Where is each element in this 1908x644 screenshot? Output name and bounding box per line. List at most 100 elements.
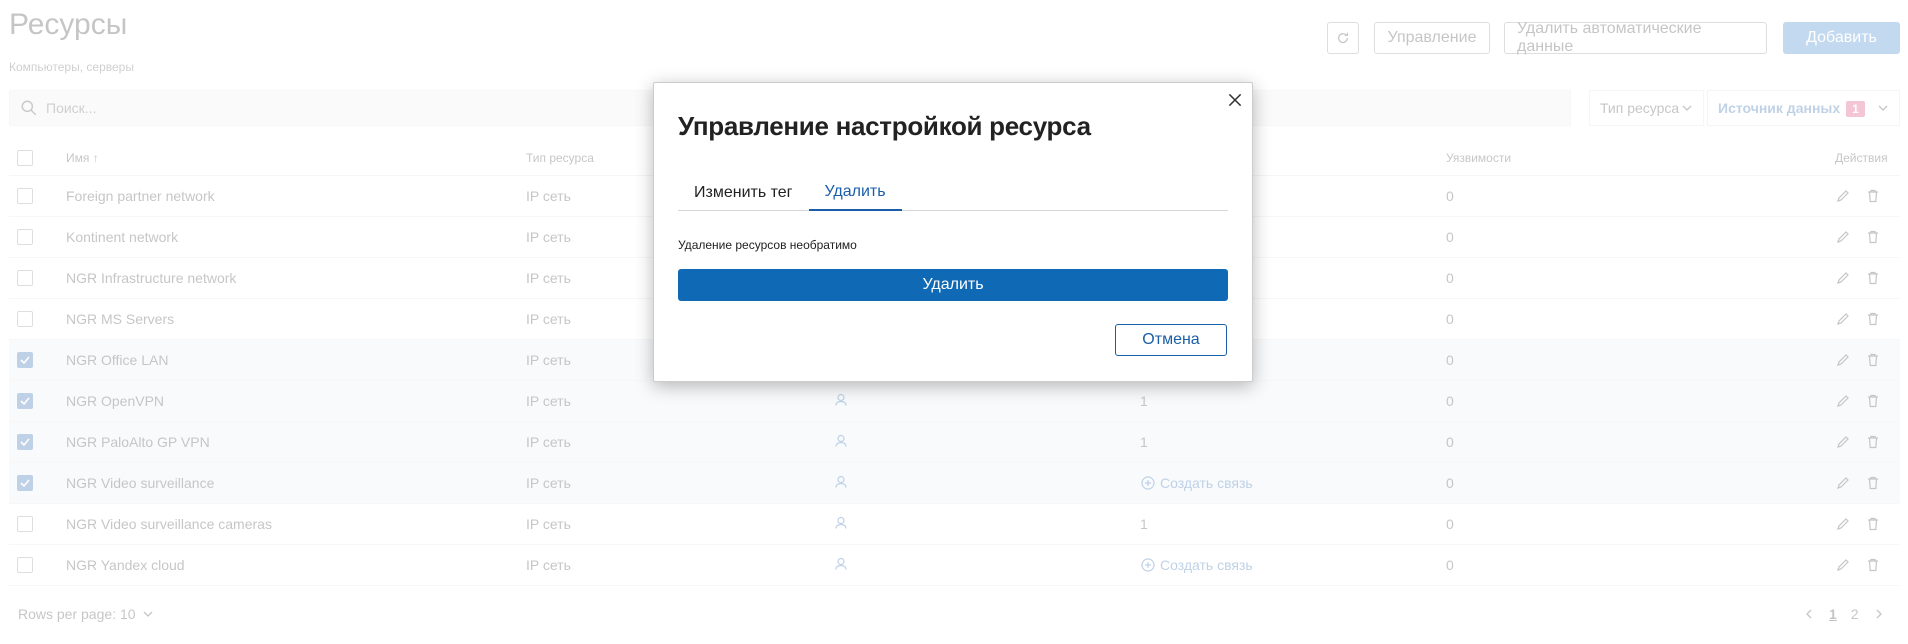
owner-cell: [833, 433, 849, 452]
row-checkbox[interactable]: [17, 311, 33, 327]
create-link-button[interactable]: Создать связь: [1140, 475, 1253, 491]
owner-cell: [833, 556, 849, 575]
vulnerability-count: 0: [1446, 434, 1454, 450]
chevron-right-icon[interactable]: [1873, 608, 1885, 620]
page-title: Ресурсы: [9, 8, 128, 41]
chevron-left-icon[interactable]: [1803, 608, 1815, 620]
trash-icon[interactable]: [1865, 393, 1881, 409]
page-link-1[interactable]: 1: [1829, 606, 1837, 622]
edit-icon[interactable]: [1835, 188, 1851, 204]
add-button[interactable]: Добавить: [1783, 22, 1900, 54]
table-row[interactable]: NGR Yandex cloud IP сеть Создать связь 0: [9, 545, 1900, 586]
vulnerability-count: 0: [1446, 188, 1454, 204]
resource-name[interactable]: NGR Infrastructure network: [66, 270, 236, 286]
select-all-checkbox[interactable]: [17, 149, 33, 166]
trash-icon[interactable]: [1865, 352, 1881, 368]
rows-per-page-label: Rows per page: 10: [18, 606, 136, 622]
row-actions: [1835, 434, 1881, 450]
cancel-button[interactable]: Отмена: [1115, 324, 1227, 356]
resource-name[interactable]: NGR MS Servers: [66, 311, 174, 327]
confirm-delete-button[interactable]: Удалить: [678, 269, 1228, 301]
table-row[interactable]: NGR OpenVPN IP сеть 1 0: [9, 381, 1900, 422]
trash-icon[interactable]: [1865, 229, 1881, 245]
edit-icon[interactable]: [1835, 557, 1851, 573]
links-count: 1: [1140, 516, 1148, 532]
refresh-button[interactable]: [1327, 22, 1359, 54]
create-link-button[interactable]: Создать связь: [1140, 557, 1253, 573]
trash-icon[interactable]: [1865, 475, 1881, 491]
edit-icon[interactable]: [1835, 352, 1851, 368]
vulnerability-count: 0: [1446, 393, 1454, 409]
owner-cell: [833, 392, 849, 411]
edit-icon[interactable]: [1835, 475, 1851, 491]
table-row[interactable]: NGR PaloAlto GP VPN IP сеть 1 0: [9, 422, 1900, 463]
row-checkbox[interactable]: [17, 352, 33, 368]
close-icon[interactable]: [1226, 91, 1244, 109]
chevron-down-icon: [1878, 105, 1888, 111]
resource-type: IP сеть: [526, 229, 571, 245]
table-row[interactable]: NGR Video surveillance IP сеть Создать свя…: [9, 463, 1900, 504]
trash-icon[interactable]: [1865, 188, 1881, 204]
edit-icon[interactable]: [1835, 229, 1851, 245]
row-actions: [1835, 229, 1881, 245]
tab-delete[interactable]: Удалить: [808, 175, 902, 211]
data-source-filter[interactable]: Источник данных 1: [1707, 90, 1900, 126]
tab-edit-tag[interactable]: Изменить тег: [678, 175, 809, 211]
delete-auto-data-button[interactable]: Удалить автоматические данные: [1504, 20, 1767, 55]
page-subtitle: Компьютеры, серверы: [9, 60, 134, 74]
resource-name[interactable]: NGR Office LAN: [66, 352, 168, 368]
table-row[interactable]: NGR Video surveillance cameras IP сеть 1 0: [9, 504, 1900, 545]
column-vulnerabilities[interactable]: Уязвимости: [1446, 151, 1511, 165]
row-checkbox[interactable]: [17, 434, 33, 450]
edit-icon[interactable]: [1835, 270, 1851, 286]
resource-name[interactable]: Foreign partner network: [66, 188, 215, 204]
row-checkbox[interactable]: [17, 557, 33, 573]
trash-icon[interactable]: [1865, 311, 1881, 327]
row-checkbox[interactable]: [17, 229, 33, 245]
edit-icon[interactable]: [1835, 393, 1851, 409]
manage-button[interactable]: Управление: [1374, 22, 1490, 54]
resource-type-filter[interactable]: Тип ресурса: [1589, 90, 1704, 126]
user-icon: [835, 557, 847, 570]
trash-icon[interactable]: [1865, 434, 1881, 450]
check-icon: [20, 356, 30, 365]
edit-icon[interactable]: [1835, 434, 1851, 450]
filter-count-badge: 1: [1846, 100, 1865, 117]
pagination: 1 2: [1803, 606, 1885, 622]
resource-name[interactable]: NGR PaloAlto GP VPN: [66, 434, 210, 450]
resource-type: IP сеть: [526, 516, 571, 532]
row-checkbox[interactable]: [17, 516, 33, 532]
user-icon: [835, 516, 847, 529]
owner-cell: [833, 515, 849, 534]
trash-icon[interactable]: [1865, 270, 1881, 286]
row-checkbox[interactable]: [17, 475, 33, 491]
user-icon: [835, 434, 847, 447]
vulnerability-count: 0: [1446, 557, 1454, 573]
row-actions: [1835, 270, 1881, 286]
dialog-tabs: Изменить тег Удалить: [678, 175, 1228, 211]
column-name[interactable]: Имя ↑: [66, 151, 99, 165]
vulnerability-count: 0: [1446, 229, 1454, 245]
row-actions: [1835, 352, 1881, 368]
dialog-title: Управление настройкой ресурса: [678, 111, 1091, 141]
row-checkbox[interactable]: [17, 188, 33, 204]
column-type[interactable]: Тип ресурса: [526, 151, 594, 165]
resource-name[interactable]: NGR Video surveillance: [66, 475, 214, 491]
row-actions: [1835, 311, 1881, 327]
page-link-2[interactable]: 2: [1851, 606, 1859, 622]
resource-name[interactable]: Kontinent network: [66, 229, 178, 245]
row-checkbox[interactable]: [17, 270, 33, 286]
vulnerability-count: 0: [1446, 352, 1454, 368]
resource-name[interactable]: NGR Video surveillance cameras: [66, 516, 272, 532]
edit-icon[interactable]: [1835, 516, 1851, 532]
trash-icon[interactable]: [1865, 557, 1881, 573]
data-source-text: Источник данных: [1718, 99, 1841, 116]
row-checkbox[interactable]: [17, 393, 33, 409]
resource-type: IP сеть: [526, 311, 571, 327]
resource-name[interactable]: NGR OpenVPN: [66, 393, 164, 409]
edit-icon[interactable]: [1835, 311, 1851, 327]
user-icon: [835, 475, 847, 488]
rows-per-page-select[interactable]: Rows per page: 10: [18, 606, 154, 622]
trash-icon[interactable]: [1865, 516, 1881, 532]
resource-name[interactable]: NGR Yandex cloud: [66, 557, 185, 573]
